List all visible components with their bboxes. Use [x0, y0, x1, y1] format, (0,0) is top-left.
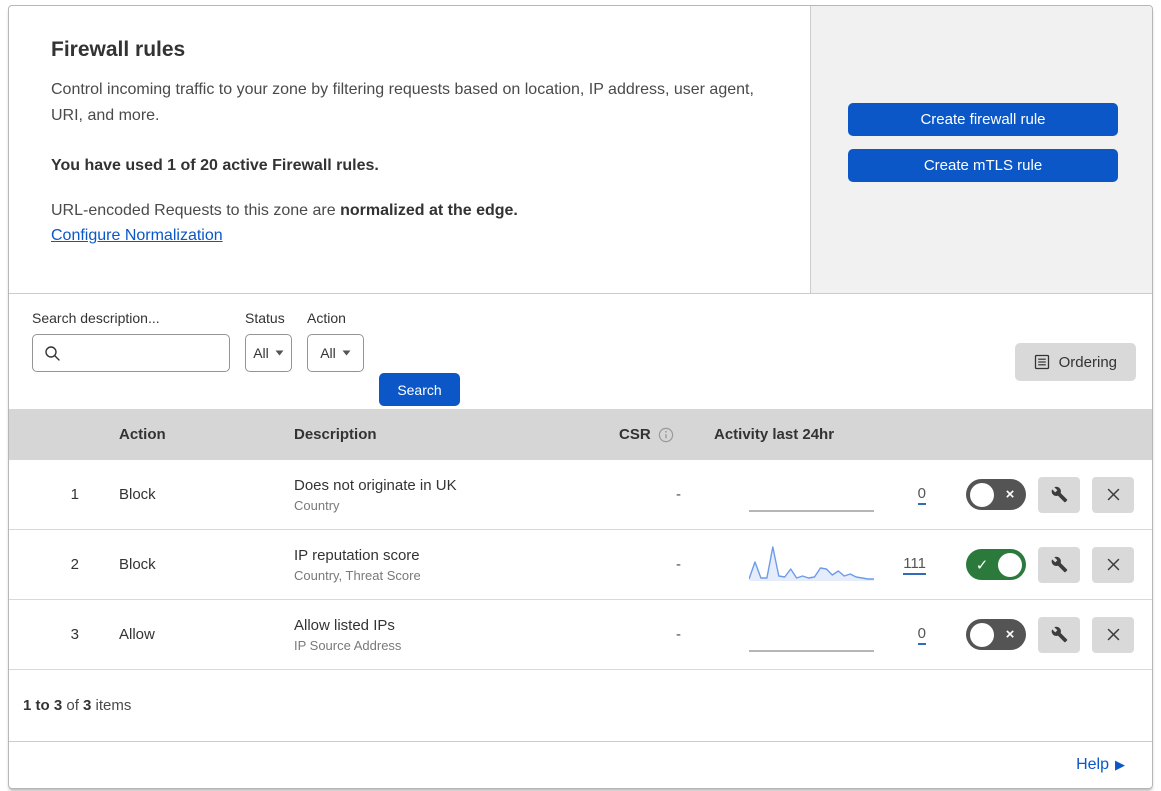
status-filter-label: Status	[245, 310, 285, 326]
rule-csr-value: -	[676, 486, 681, 503]
activity-sparkline	[749, 475, 874, 515]
toggle-state-icon: ×	[1005, 486, 1015, 503]
ordering-button-label: Ordering	[1058, 353, 1117, 371]
help-bar: Help ▶	[9, 742, 1152, 788]
wrench-icon	[1051, 486, 1068, 503]
close-icon	[1105, 556, 1122, 573]
firewall-rules-card: Firewall rules Control incoming traffic …	[8, 5, 1153, 789]
action-filter-value: All	[320, 345, 336, 361]
list-ordering-icon	[1034, 354, 1050, 370]
status-filter-dropdown[interactable]: All	[245, 334, 292, 372]
rule-priority: 1	[70, 486, 79, 503]
rule-action: Allow	[119, 626, 155, 643]
action-filter-label: Action	[307, 310, 346, 326]
table-row: 2 Block IP reputation score Country, Thr…	[9, 530, 1152, 600]
table-header: Action Description CSR Activity last 24h…	[9, 409, 1152, 460]
delete-rule-button[interactable]	[1092, 476, 1134, 513]
edit-rule-button[interactable]	[1038, 546, 1080, 583]
header-section: Firewall rules Control incoming traffic …	[9, 6, 1152, 294]
chevron-down-icon	[342, 350, 351, 356]
edit-rule-button[interactable]	[1038, 616, 1080, 653]
rule-csr-value: -	[676, 556, 681, 573]
actions-panel: Create firewall rule Create mTLS rule	[810, 6, 1152, 293]
help-arrow-icon: ▶	[1115, 757, 1125, 772]
rule-enabled-toggle[interactable]: ✓	[966, 549, 1026, 580]
close-icon	[1105, 486, 1122, 503]
rule-description: IP reputation score	[294, 546, 420, 564]
chevron-down-icon	[275, 350, 284, 356]
status-filter-value: All	[253, 345, 269, 361]
edit-rule-button[interactable]	[1038, 476, 1080, 513]
configure-normalization-link[interactable]: Configure Normalization	[51, 227, 223, 245]
usage-summary: You have used 1 of 20 active Firewall ru…	[51, 157, 379, 174]
rule-priority: 2	[70, 556, 79, 573]
normalization-bold: normalized at the edge.	[340, 202, 518, 219]
rule-description: Does not originate in UK	[294, 476, 457, 494]
create-firewall-rule-button[interactable]: Create firewall rule	[848, 103, 1118, 136]
normalization-prefix: URL-encoded Requests to this zone are	[51, 202, 341, 219]
activity-sparkline	[748, 545, 874, 585]
filter-bar: Search description... Status All Action …	[9, 294, 1152, 409]
delete-rule-button[interactable]	[1092, 546, 1134, 583]
search-label: Search description...	[32, 310, 160, 326]
rule-action: Block	[119, 486, 156, 503]
page-description: Control incoming traffic to your zone by…	[51, 81, 754, 124]
activity-count-link[interactable]: 0	[917, 625, 926, 645]
activity-sparkline	[749, 615, 874, 655]
rule-priority: 3	[70, 626, 79, 643]
normalization-note: URL-encoded Requests to this zone are no…	[51, 202, 770, 220]
item-total: 3	[83, 697, 92, 714]
rule-description: Allow listed IPs	[294, 616, 395, 634]
toggle-state-icon: ×	[1005, 626, 1015, 643]
wrench-icon	[1051, 556, 1068, 573]
pagination-summary: 1 to 3 of 3 items	[9, 670, 1152, 742]
rule-criteria: Country, Threat Score	[294, 567, 421, 583]
action-filter-dropdown[interactable]: All	[307, 334, 364, 372]
rule-action: Block	[119, 556, 156, 573]
search-input[interactable]	[69, 335, 250, 371]
wrench-icon	[1051, 626, 1068, 643]
table-body: 1 Block Does not originate in UK Country…	[9, 460, 1152, 670]
delete-rule-button[interactable]	[1092, 616, 1134, 653]
item-range: 1 to 3	[23, 697, 63, 714]
rule-csr-value: -	[676, 626, 681, 643]
ordering-button[interactable]: Ordering	[1014, 343, 1136, 381]
table-row: 3 Allow Allow listed IPs IP Source Addre…	[9, 600, 1152, 670]
search-button[interactable]: Search	[379, 373, 460, 406]
action-column-header: Action	[119, 426, 166, 443]
search-box[interactable]	[32, 334, 250, 372]
toggle-knob	[970, 622, 994, 647]
rule-criteria: Country	[294, 497, 340, 513]
activity-count-link[interactable]: 111	[903, 555, 926, 575]
toggle-state-icon: ✓	[975, 556, 989, 574]
help-link[interactable]: Help ▶	[1076, 756, 1125, 774]
info-icon[interactable]	[658, 427, 674, 443]
toggle-knob	[998, 552, 1022, 577]
rule-criteria: IP Source Address	[294, 637, 402, 653]
close-icon	[1105, 626, 1122, 643]
csr-column-header: CSR	[616, 426, 711, 443]
activity-count-link[interactable]: 0	[917, 485, 926, 505]
rule-enabled-toggle[interactable]: ×	[966, 479, 1026, 510]
page-title: Firewall rules	[51, 38, 186, 61]
create-mtls-rule-button[interactable]: Create mTLS rule	[848, 149, 1118, 182]
activity-column-header: Activity last 24hr	[714, 426, 835, 443]
rule-enabled-toggle[interactable]: ×	[966, 619, 1026, 650]
search-icon	[44, 345, 61, 362]
header-text-area: Firewall rules Control incoming traffic …	[9, 6, 810, 293]
table-row: 1 Block Does not originate in UK Country…	[9, 460, 1152, 530]
toggle-knob	[970, 482, 994, 507]
description-column-header: Description	[294, 426, 377, 443]
